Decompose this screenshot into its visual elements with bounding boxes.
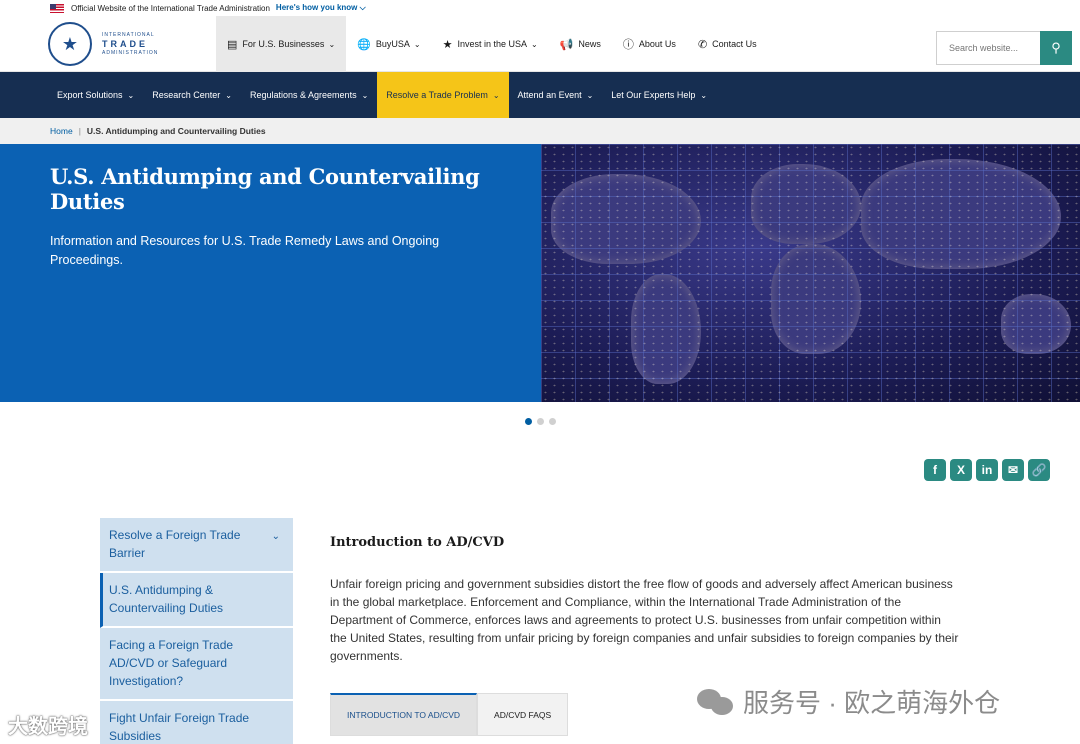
chevron-down-icon: ⌄ [361,90,369,100]
us-flag-icon [50,3,64,13]
chevron-down-icon: ⌄ [328,39,336,49]
top-nav-label: BuyUSA [375,39,410,49]
logo-text-top: INTERNATIONAL [102,31,155,38]
copy-link-icon[interactable]: 🔗 [1028,459,1050,481]
main-nav-label: Attend an Event [517,90,582,100]
top-nav-about-us[interactable]: ⓘ About Us [612,16,687,72]
main-nav-let-our-experts-help[interactable]: Let Our Experts Help ⌄ [602,72,716,118]
chevron-down-icon: ⌄ [127,90,135,100]
chevron-down-icon: ⌄ [530,39,538,49]
hero-subtitle: Information and Resources for U.S. Trade… [50,234,440,267]
main-nav-label: Let Our Experts Help [611,90,696,100]
megaphone-icon: 📢 [559,38,574,51]
watermark-right-text: 服务号 · 欧之萌海外仓 [743,688,1001,718]
top-nav-label: For U.S. Businesses [242,39,325,49]
top-nav-label: Contact Us [712,39,757,49]
sidebar-item-us-antidumping[interactable]: U.S. Antidumping & Countervailing Duties [100,573,293,628]
linkedin-icon[interactable]: in [976,459,998,481]
facebook-icon[interactable]: f [924,459,946,481]
main-nav-research-center[interactable]: Research Center ⌄ [143,72,241,118]
sidebar-item-label: U.S. Antidumping & Countervailing Duties [109,583,224,615]
sidebar-item-facing-foreign-trade[interactable]: Facing a Foreign Trade AD/CVD or Safegua… [100,628,293,701]
phone-icon: ✆ [697,38,708,51]
content-title: Introduction to AD/CVD [330,535,505,550]
wechat-watermark: 服务号 · 欧之萌海外仓 [697,683,1000,720]
top-nav-news[interactable]: 📢 News [549,16,612,72]
top-nav-invest-in-usa[interactable]: ★ Invest in the USA ⌄ [432,16,549,72]
top-nav-contact-us[interactable]: ✆ Contact Us [687,16,768,72]
carousel-indicators [0,418,1080,425]
main-nav-regulations-agreements[interactable]: Regulations & Agreements ⌄ [241,72,377,118]
site-header: ★ INTERNATIONAL TRADE ADMINISTRATION ▤ F… [0,16,1080,72]
search-input[interactable] [936,31,1040,65]
breadcrumb-current: U.S. Antidumping and Countervailing Duti… [86,126,266,136]
sidebar-item-label: Facing a Foreign Trade AD/CVD or Safegua… [109,638,234,688]
hero-banner: U.S. Antidumping and Countervailing Duti… [0,144,1080,402]
ita-logo[interactable]: ★ INTERNATIONAL TRADE ADMINISTRATION [48,22,158,66]
content-body: Unfair foreign pricing and government su… [330,577,959,663]
search-icon: ⚲ [1051,40,1061,55]
carousel-dot[interactable] [548,418,556,425]
breadcrumb-separator: | [78,126,81,136]
main-nav: Export Solutions ⌄ Research Center ⌄ Regul… [0,72,1080,118]
globe-icon: 🌐 [357,38,371,51]
watermark-left-text: 大数跨境 [8,716,88,738]
site-search: ⚲ [936,31,1072,65]
chevron-down-icon[interactable]: ⌄ [272,528,280,546]
main-nav-label: Research Center [152,90,221,100]
hero-title: U.S. Antidumping and Countervailing Duti… [50,164,480,214]
email-icon[interactable]: ✉ [1002,459,1024,481]
share-bar: f X in ✉ 🔗 [924,459,1050,481]
breadcrumb: Home | U.S. Antidumping and Countervaili… [0,118,1080,144]
heres-how-you-know-link[interactable]: Here's how you know ⌵ [276,3,366,13]
business-icon: ▤ [227,38,238,51]
info-icon: ⓘ [622,39,634,51]
chevron-down-icon: ⌄ [586,90,594,100]
carousel-dot[interactable] [524,418,532,425]
tab-introduction[interactable]: INTRODUCTION TO AD/CVD [330,693,478,736]
sidebar-item-label: Resolve a Foreign Trade Barrier [109,528,241,560]
chevron-down-icon: ⌄ [492,90,500,100]
commerce-seal-icon: ★ [48,22,92,66]
city-lights-overlay [541,144,1080,402]
top-nav-label: News [578,39,601,49]
main-nav-attend-an-event[interactable]: Attend an Event ⌄ [509,72,603,118]
top-nav-label: Invest in the USA [457,39,527,49]
wechat-icon [697,687,735,717]
watermark-left: 大数跨境 [8,710,88,739]
star-icon: ★ [442,38,453,51]
sidebar-nav: Resolve a Foreign Trade Barrier ⌄ U.S. A… [100,518,293,744]
x-icon[interactable]: X [950,459,972,481]
logo-text-main: TRADE [102,38,148,49]
top-nav: ▤ For U.S. Businesses ⌄ 🌐 BuyUSA ⌄ ★ Inv… [216,16,768,72]
main-nav-label: Export Solutions [57,90,123,100]
hero-text-panel: U.S. Antidumping and Countervailing Duti… [0,144,541,402]
sidebar-item-resolve-foreign-trade-barrier[interactable]: Resolve a Foreign Trade Barrier ⌄ [100,518,293,573]
main-nav-label: Resolve a Trade Problem [386,90,488,100]
logo-text-bottom: ADMINISTRATION [102,49,159,56]
chevron-down-icon: ⌄ [413,39,421,49]
official-banner: Official Website of the International Tr… [0,0,1080,16]
chevron-down-icon: ⌄ [225,90,232,100]
carousel-dot[interactable] [536,418,544,425]
search-button[interactable]: ⚲ [1040,31,1072,65]
sidebar-item-label: Fight Unfair Foreign Trade Subsidies [109,711,250,743]
main-nav-label: Regulations & Agreements [250,90,357,100]
world-map-image [541,144,1080,402]
top-nav-for-us-businesses[interactable]: ▤ For U.S. Businesses ⌄ [216,16,347,72]
sidebar-item-fight-unfair-subsidies[interactable]: Fight Unfair Foreign Trade Subsidies [100,701,293,744]
main-nav-export-solutions[interactable]: Export Solutions ⌄ [48,72,143,118]
main-nav-resolve-trade-problem[interactable]: Resolve a Trade Problem ⌄ [377,72,509,118]
top-nav-buyusa[interactable]: 🌐 BuyUSA ⌄ [346,16,431,72]
official-banner-text: Official Website of the International Tr… [71,3,270,13]
chevron-down-icon: ⌄ [700,90,708,100]
top-nav-label: About Us [638,39,676,49]
tab-faqs[interactable]: AD/CVD FAQS [477,693,569,736]
breadcrumb-home-link[interactable]: Home [50,126,73,136]
